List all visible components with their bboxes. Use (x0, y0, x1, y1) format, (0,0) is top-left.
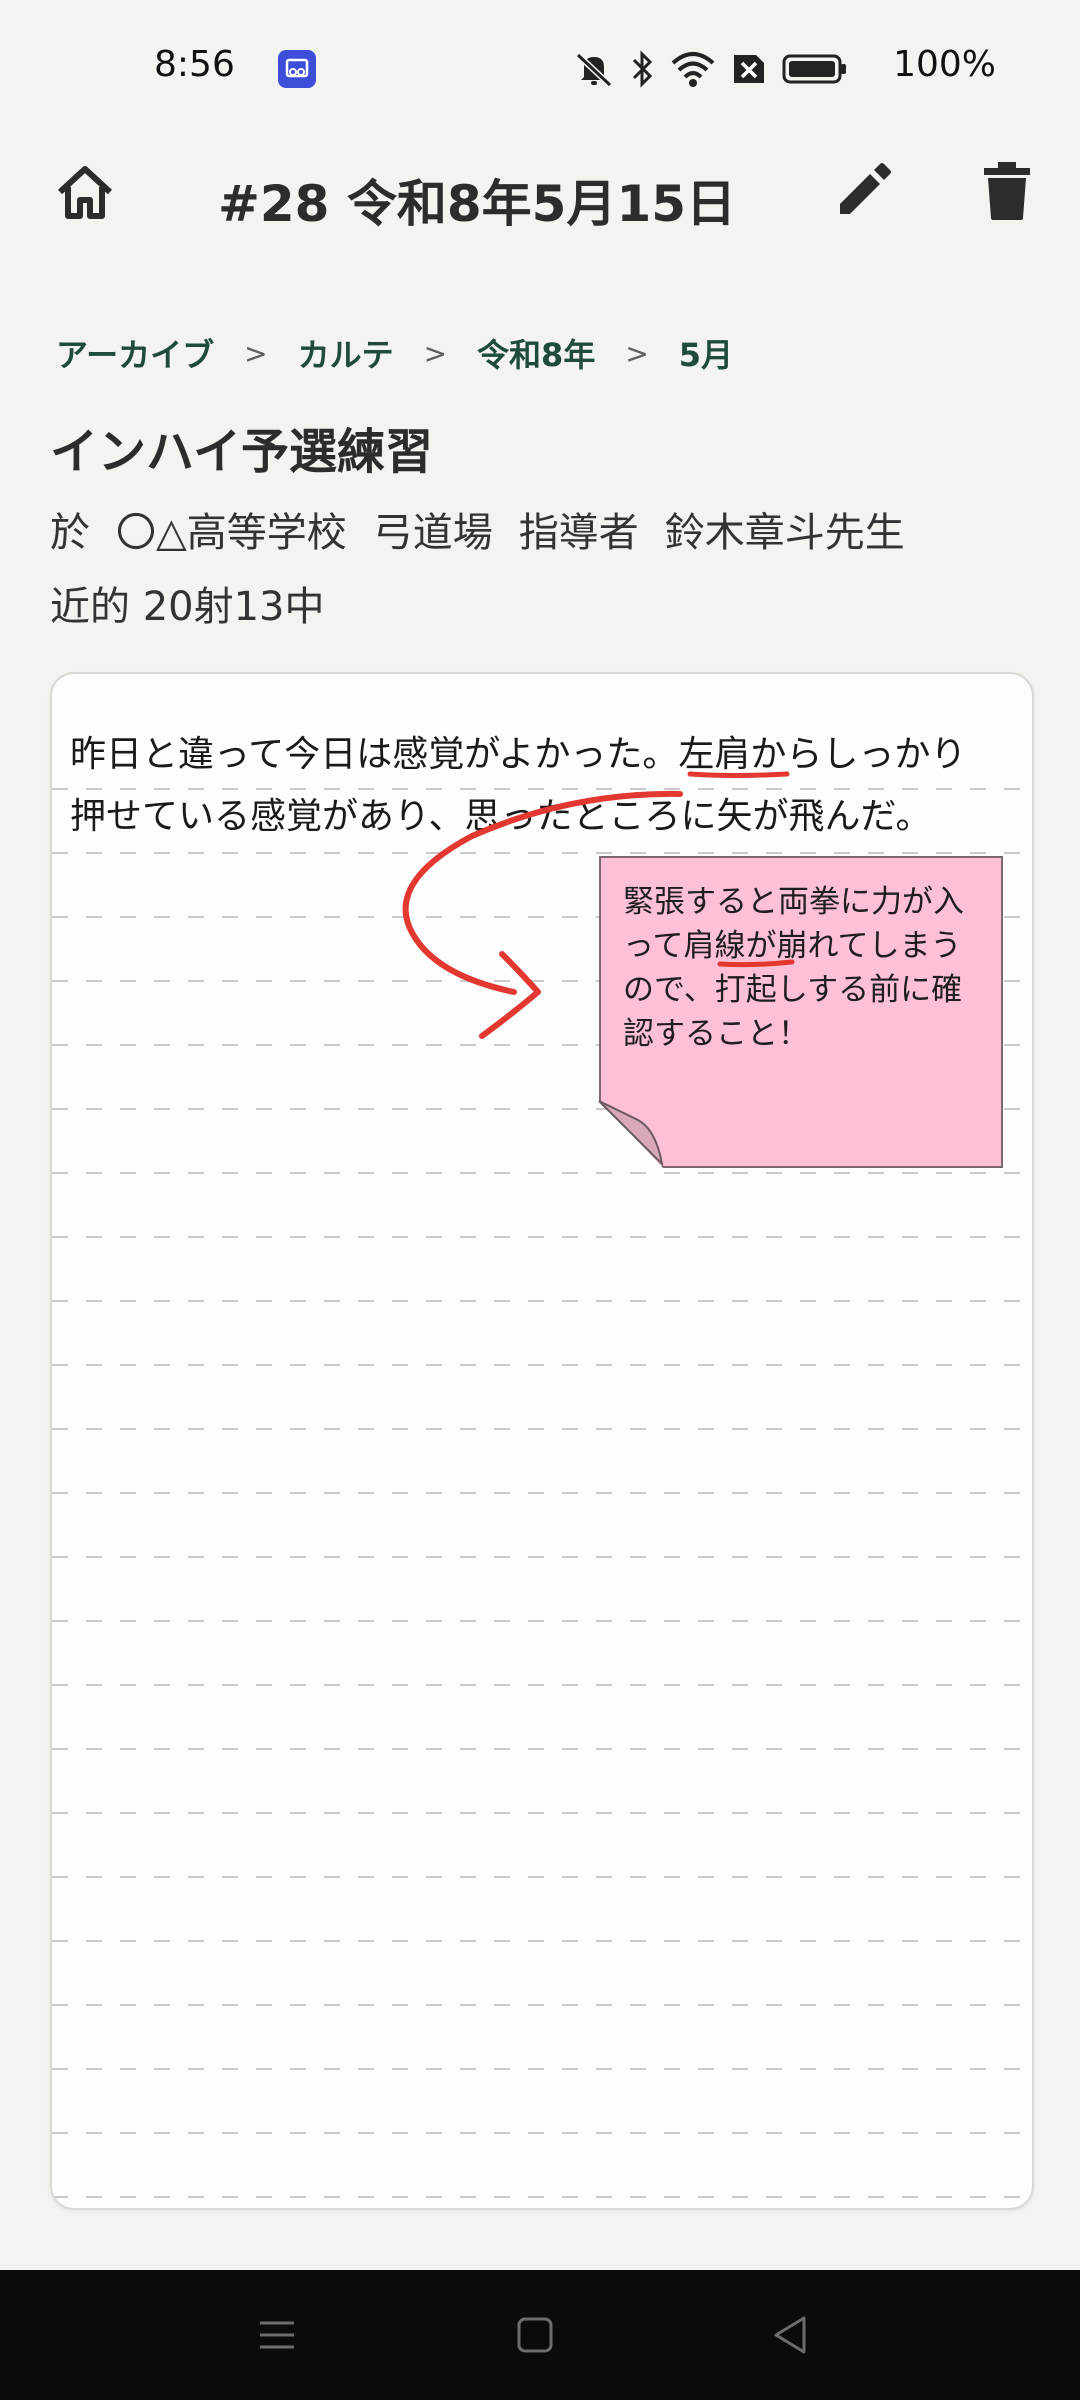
ruled-line (52, 1748, 1032, 1750)
ruled-line (52, 2068, 1032, 2070)
ruled-line (52, 1940, 1032, 1942)
ruled-line (52, 1172, 1032, 1174)
mute-bell-icon (572, 49, 616, 89)
instructor-label: 指導者 (518, 510, 639, 556)
breadcrumb-item-karte[interactable]: カルテ (298, 330, 394, 376)
ruled-line (52, 2196, 1032, 2198)
entry-title: インハイ予選練習 (50, 424, 434, 480)
app-badge-icon (278, 50, 316, 88)
system-nav-bar (0, 2270, 1080, 2400)
breadcrumb-separator: > (244, 336, 268, 370)
breadcrumb: アーカイブ > カルテ > 令和8年 > 5月 (56, 330, 733, 376)
ruled-line (52, 2132, 1032, 2134)
page-title: #28 令和8年5月15日 (218, 175, 737, 233)
ruled-line (52, 1812, 1032, 1814)
venue-name: 〇△高等学校 (116, 510, 347, 556)
pencil-icon (840, 163, 891, 214)
breadcrumb-separator: > (423, 336, 448, 370)
status-time: 8:56 (154, 44, 235, 85)
ruled-line (52, 2004, 1032, 2006)
ruled-line (52, 852, 1032, 854)
breadcrumb-item-archive[interactable]: アーカイブ (56, 330, 214, 376)
status-bar: 8:56 100% (0, 0, 1080, 136)
note-line: 昨日と違って今日は感覚がよかった。左肩からしっかり (70, 734, 967, 775)
venue-line: 於〇△高等学校 弓道場 指導者 鈴木章斗先生 (50, 500, 905, 558)
sticky-curl-icon (598, 1100, 664, 1167)
trash-icon (984, 162, 1030, 220)
breadcrumb-separator: > (625, 336, 649, 370)
ruled-line (52, 1428, 1032, 1430)
instructor-name: 鈴木章斗先生 (664, 510, 905, 556)
dojo-name: 弓道場 (372, 510, 493, 556)
recents-button[interactable] (252, 2310, 302, 2360)
ruled-line (52, 1620, 1032, 1622)
wifi-icon (670, 49, 716, 89)
battery-percent: 100% (893, 44, 996, 85)
breadcrumb-item-month[interactable]: 5月 (679, 330, 733, 376)
ink-arrowhead (479, 951, 541, 1039)
no-sim-icon (730, 49, 768, 89)
home-icon (57, 166, 113, 219)
note-body[interactable]: 昨日と違って今日は感覚がよかった。左肩からしっかり 押せている感覚があり、思った… (70, 724, 1030, 848)
ruled-line (52, 1236, 1032, 1238)
menu-icon (260, 2321, 294, 2349)
square-home-icon (517, 2317, 553, 2353)
status-icons (572, 46, 848, 92)
app-bar: #28 令和8年5月15日 (0, 136, 1080, 264)
score-line: 近的 20射13中 (50, 584, 325, 630)
breadcrumb-item-year[interactable]: 令和8年 (477, 330, 595, 376)
ruled-line (52, 1684, 1032, 1686)
battery-icon (782, 49, 848, 89)
note-line: 押せている感覚があり、思ったところに矢が飛んだ。 (70, 796, 932, 837)
system-home-button[interactable] (510, 2310, 560, 2360)
sticky-note-text: 緊張すると両拳に力が入って肩線が崩れてしまうので、打起しする前に確認すること！ (623, 884, 964, 1052)
back-triangle-icon (774, 2316, 806, 2354)
ruled-line (52, 1364, 1032, 1366)
ruled-line (52, 1876, 1032, 1878)
home-button[interactable] (52, 160, 118, 226)
system-back-button[interactable] (766, 2310, 816, 2360)
bluetooth-icon (630, 49, 656, 89)
screen: 8:56 100% #28 令和8年5月15日 アーカイブ > カルテ > 令和… (0, 0, 1080, 2400)
ruled-line (52, 1300, 1032, 1302)
venue-prefix: 於 (50, 510, 90, 556)
note-card[interactable]: 昨日と違って今日は感覚がよかった。左肩からしっかり 押せている感覚があり、思った… (50, 672, 1034, 2210)
edit-button[interactable] (834, 160, 894, 220)
ruled-line (52, 1556, 1032, 1558)
ruled-line (52, 1492, 1032, 1494)
delete-button[interactable] (982, 160, 1032, 222)
